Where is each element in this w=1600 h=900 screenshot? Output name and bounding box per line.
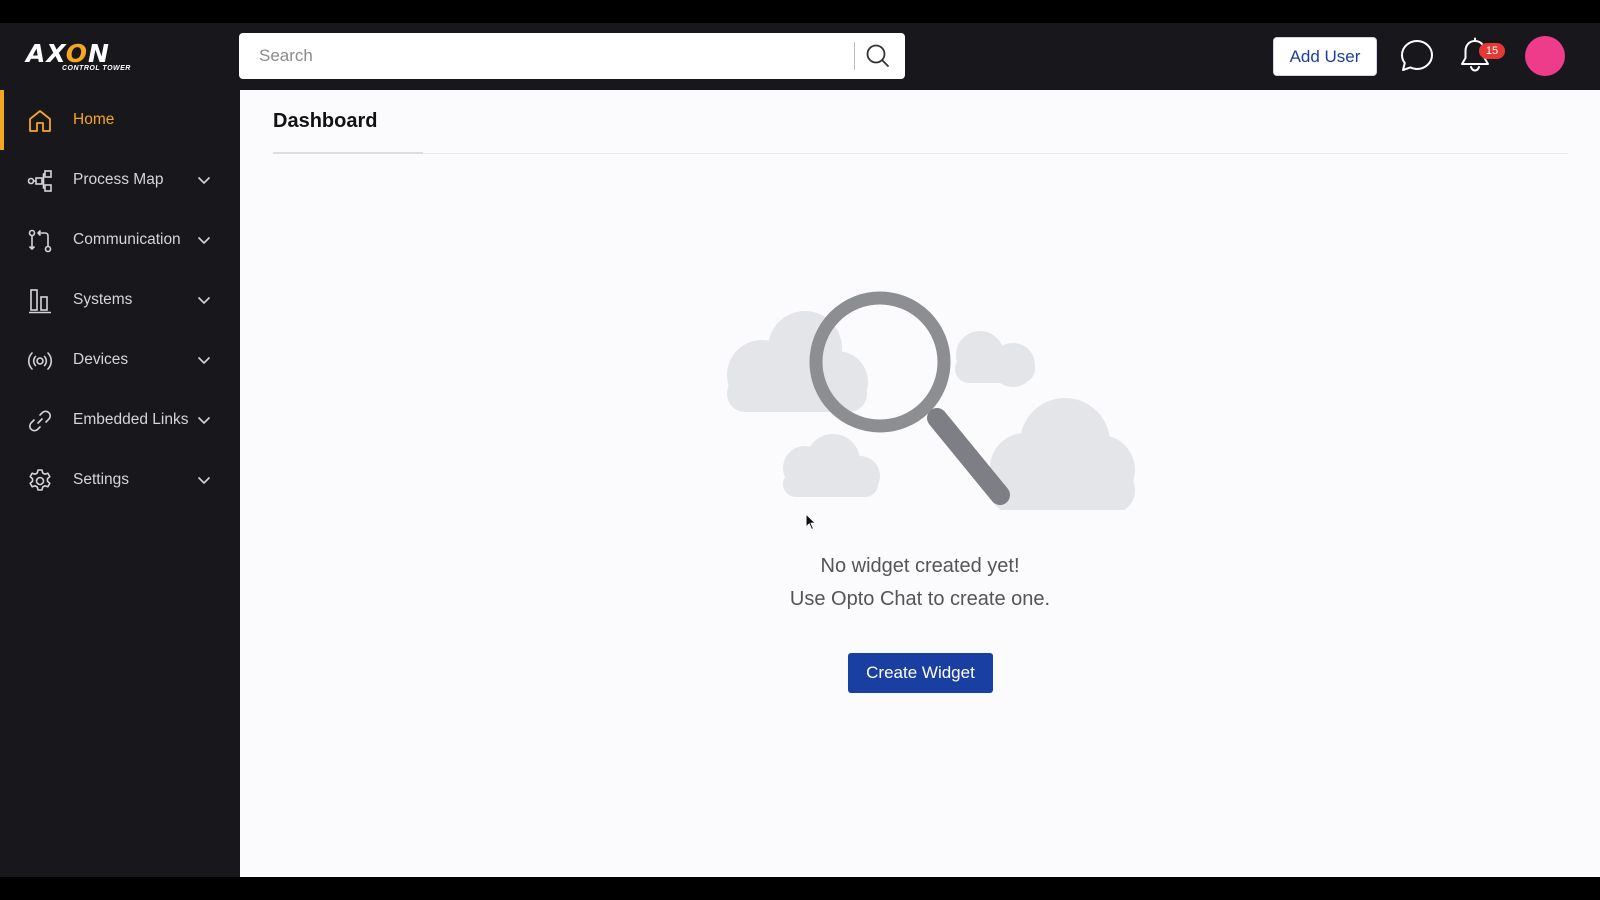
notification-badge: 15 [1479, 43, 1505, 59]
search-input[interactable] [239, 33, 839, 79]
mouse-pointer-icon [805, 513, 817, 531]
link-icon [28, 410, 52, 432]
chevron-down-icon[interactable] [197, 234, 211, 246]
sidebar-item-process-map[interactable]: Process Map [0, 150, 240, 210]
chat-icon [1401, 40, 1433, 71]
chevron-down-icon[interactable] [197, 294, 211, 306]
brand-tagline: CONTROL TOWER [62, 65, 131, 72]
search-bar [239, 33, 905, 79]
brand-wordmark: AXON [26, 39, 110, 68]
sidebar-item-communication[interactable]: Communication [0, 210, 240, 270]
chevron-down-icon[interactable] [197, 354, 211, 366]
page-title: Dashboard [273, 110, 378, 132]
empty-state-illustration [727, 291, 1135, 510]
process-map-icon [27, 170, 52, 192]
avatar[interactable] [1525, 36, 1565, 76]
create-widget-button[interactable]: Create Widget [848, 653, 993, 693]
chevron-down-icon[interactable] [197, 414, 211, 426]
title-underline [273, 152, 423, 154]
add-user-button[interactable]: Add User [1273, 37, 1377, 76]
title-divider [273, 153, 1568, 154]
search-icon [866, 44, 889, 67]
home-icon [29, 110, 51, 132]
sidebar-item-label: Systems [73, 291, 133, 308]
sidebar-item-label: Communication [73, 231, 181, 248]
top-bar: AXON CONTROL TOWER Add User [0, 23, 1600, 90]
sidebar-item-systems[interactable]: Systems [0, 270, 240, 330]
sidebar-item-label: Home [73, 111, 115, 128]
gear-icon [29, 469, 51, 491]
search-button[interactable] [863, 42, 893, 70]
app-window: AXON CONTROL TOWER Add User [0, 23, 1600, 877]
sidebar-item-devices[interactable]: Devices [0, 330, 240, 390]
sidebar-item-label: Settings [73, 471, 130, 488]
sidebar: Home Process Map Communication Systems D… [0, 90, 240, 877]
chevron-down-icon[interactable] [197, 174, 211, 186]
brand-logo[interactable]: AXON CONTROL TOWER [26, 40, 136, 76]
sidebar-item-label: Embedded Links [73, 411, 189, 428]
notifications-button[interactable]: 15 [1459, 37, 1507, 75]
communication-icon [28, 229, 52, 253]
empty-state-title: No widget created yet! [820, 555, 1020, 577]
sidebar-item-label: Devices [73, 351, 129, 368]
devices-icon [28, 352, 52, 370]
chat-button[interactable] [1399, 38, 1435, 74]
search-divider [854, 42, 855, 70]
sidebar-item-embedded-links[interactable]: Embedded Links [0, 390, 240, 450]
empty-state-subtitle: Use Opto Chat to create one. [789, 588, 1051, 610]
chevron-down-icon[interactable] [197, 474, 211, 486]
sidebar-item-home[interactable]: Home [0, 90, 240, 150]
main-content: Dashboard No widget created yet! Use Opt… [240, 90, 1600, 877]
sidebar-item-label: Process Map [73, 171, 164, 188]
sidebar-item-settings[interactable]: Settings [0, 450, 240, 510]
systems-icon [29, 289, 51, 314]
